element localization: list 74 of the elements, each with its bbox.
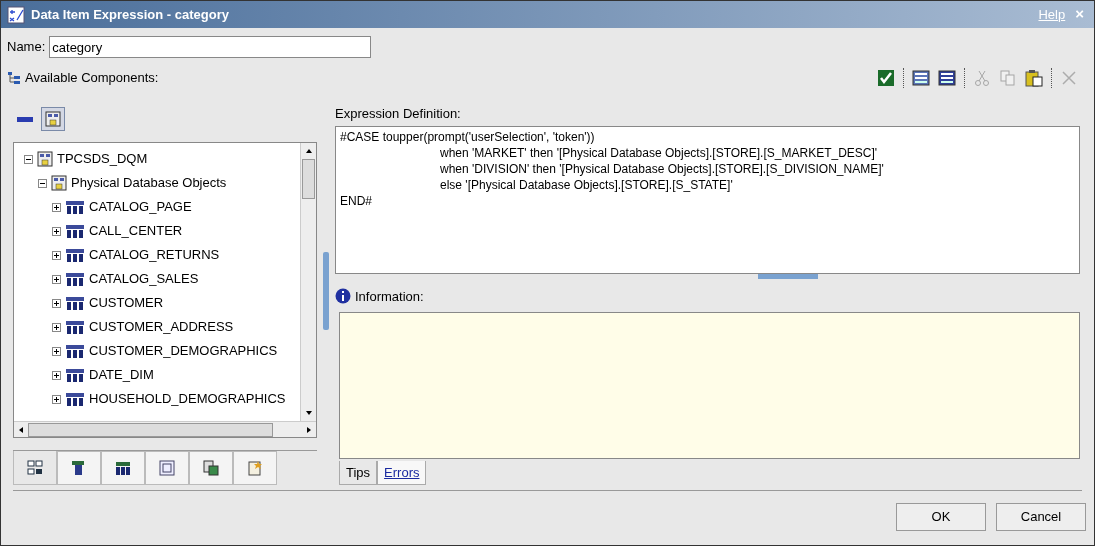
table-icon: [65, 319, 85, 335]
expand-toggle[interactable]: [52, 370, 61, 380]
tree-view-button[interactable]: [41, 107, 65, 131]
vertical-scrollbar[interactable]: [300, 143, 316, 421]
code-line: #CASE toupper(prompt('userSelection', 'token')): [340, 128, 595, 145]
code-line: END#: [340, 192, 372, 209]
tree-item[interactable]: HOUSEHOLD_DEMOGRAPHICS: [89, 389, 286, 409]
table-icon: [65, 295, 85, 311]
expression-editor[interactable]: [335, 125, 1080, 274]
tree-item[interactable]: Physical Database Objects: [71, 173, 227, 193]
component-tab[interactable]: [189, 451, 233, 485]
tree-item[interactable]: CATALOG_RETURNS: [89, 245, 220, 265]
table-icon: [65, 343, 85, 359]
expand-toggle[interactable]: [52, 322, 61, 332]
code-line: when 'DIVISION' then '[Physical Database Objects].[STORE].[S_DIVISION_NAME]': [440, 160, 884, 177]
name-label: Name:: [7, 38, 46, 57]
expand-toggle[interactable]: [52, 202, 61, 212]
collapse-handle[interactable]: [323, 252, 329, 330]
ok-button[interactable]: OK: [896, 503, 986, 531]
table-icon: [115, 460, 131, 476]
collapse-toggle[interactable]: [24, 154, 33, 164]
app-icon: [7, 5, 25, 24]
code-line: when 'MARKET' then '[Physical Database Objects].[STORE].[S_MARKET_DESC]': [440, 144, 878, 161]
tree-item[interactable]: CALL_CENTER: [89, 221, 183, 241]
table-icon: [71, 460, 87, 476]
component-tab[interactable]: [57, 451, 101, 485]
tree-item[interactable]: CATALOG_SALES: [89, 269, 199, 289]
cancel-button[interactable]: Cancel: [996, 503, 1086, 531]
info-tab[interactable]: Errors: [377, 461, 427, 485]
checkmark-icon[interactable]: [877, 69, 895, 87]
info-icon: [335, 288, 351, 305]
hierarchy-icon: [27, 459, 43, 476]
function-icon: [159, 460, 175, 476]
table-icon: [65, 223, 85, 239]
scrollbar-thumb[interactable]: [28, 422, 273, 437]
collapse-toggle[interactable]: [38, 178, 47, 188]
clipboard-icon[interactable]: [1025, 69, 1043, 87]
tree-item[interactable]: CUSTOMER_ADDRESS: [89, 317, 234, 337]
tree-item[interactable]: CUSTOMER: [89, 293, 164, 313]
scroll-icon: [247, 460, 263, 476]
splitter-handle[interactable]: [757, 273, 818, 279]
folder-tree-icon: [45, 111, 61, 127]
expand-toggle[interactable]: [52, 394, 61, 404]
expand-toggle[interactable]: [52, 250, 61, 260]
folder-tree-icon: [37, 151, 53, 167]
component-tab[interactable]: [101, 451, 145, 485]
code-line: else '[Physical Database Objects].[STORE].[S_STATE]': [440, 176, 733, 193]
expand-toggle[interactable]: [52, 226, 61, 236]
horizontal-scrollbar[interactable]: [14, 421, 316, 437]
scrollbar-thumb[interactable]: [302, 159, 315, 199]
table-icon: [65, 367, 85, 383]
available-components-label: Available Components:: [25, 69, 159, 88]
info-tab[interactable]: Tips: [339, 461, 378, 485]
tree-icon: [7, 71, 21, 85]
list-icon[interactable]: [938, 69, 956, 87]
component-tab[interactable]: [13, 451, 57, 485]
table-icon: [65, 271, 85, 287]
tree-item[interactable]: DATE_DIM: [89, 365, 154, 385]
information-label: Information:: [355, 287, 424, 306]
table-icon: [65, 247, 85, 263]
expand-toggle[interactable]: [52, 346, 61, 356]
stacked-pages-icon: [203, 460, 219, 476]
window-title: Data Item Expression - category: [31, 5, 229, 24]
expression-definition-label: Expression Definition:: [335, 105, 462, 123]
list-icon[interactable]: [912, 69, 930, 87]
name-field[interactable]: category: [49, 36, 372, 58]
expand-toggle[interactable]: [52, 298, 61, 308]
expand-toggle[interactable]: [52, 274, 61, 284]
tree-item[interactable]: CUSTOMER_DEMOGRAPHICS: [89, 341, 278, 361]
folder-tree-icon: [51, 175, 67, 191]
tree-item[interactable]: TPCSDS_DQM: [57, 149, 148, 169]
tree-item[interactable]: CATALOG_PAGE: [89, 197, 192, 217]
table-icon: [65, 391, 85, 407]
table-icon: [65, 199, 85, 215]
